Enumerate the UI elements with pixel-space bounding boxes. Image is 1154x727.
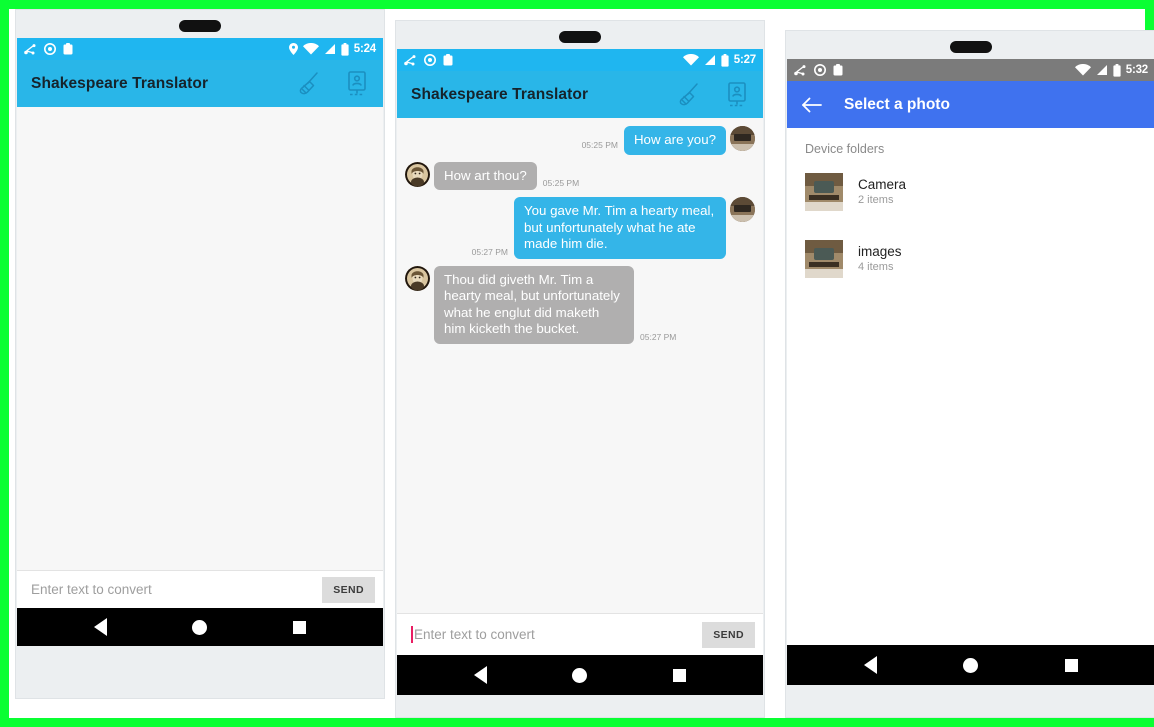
phone-3-column: 5:32 Select a photo Device folders Camer… [781,9,1154,718]
clipboard-icon [63,43,73,55]
send-button[interactable]: SEND [322,576,375,603]
shakespeare-avatar [405,161,430,187]
chat-message-row: 05:25 PM How are you? [405,126,755,155]
wifi-icon [1074,64,1091,76]
folder-item-count: 4 items [858,261,894,273]
shakespeare-avatar [405,265,430,291]
system-nav-bar [787,645,1154,685]
message-timestamp: 05:25 PM [542,178,580,188]
chat-message-row: Thou did giveth Mr. Tim a hearty meal, b… [405,265,755,344]
status-bar: 5:32 [787,59,1154,81]
recents-icon[interactable] [293,620,307,634]
back-icon[interactable] [93,618,107,636]
message-timestamp: 05:25 PM [581,140,618,150]
signal-icon [1096,64,1108,76]
home-icon[interactable] [963,657,979,673]
phone-3-device: 5:32 Select a photo Device folders Camer… [785,30,1154,718]
message-timestamp: 05:27 PM [471,247,508,257]
status-bar-time: 5:24 [353,43,376,55]
picker-body: Device folders Camera 2 items images 4 i… [787,128,1154,645]
device-contact-icon[interactable] [726,81,749,108]
status-bar-time: 5:32 [1125,64,1148,76]
message-input-placeholder: Enter text to convert [414,627,535,642]
recents-icon[interactable] [1064,658,1078,672]
clipboard-icon [443,54,453,66]
folder-name: Camera [858,177,907,192]
message-bubble: Thou did giveth Mr. Tim a hearty meal, b… [434,265,634,344]
signal-icon [324,43,336,55]
app-title: Shakespeare Translator [31,74,209,92]
device-contact-icon[interactable] [346,70,369,97]
earpiece-speaker [950,41,992,53]
record-circle-icon [44,43,56,55]
user-photo-avatar [730,126,755,151]
picker-app-bar: Select a photo [787,81,1154,128]
status-bar-time: 5:27 [733,54,756,66]
app-bar: Shakespeare Translator [17,60,383,107]
send-button[interactable]: SEND [702,621,755,648]
earpiece-speaker [559,31,601,43]
cast-icon [404,54,417,66]
status-bar: 5:27 [397,49,763,71]
clipboard-icon [833,64,843,76]
wifi-icon [302,43,319,55]
folder-thumbnail [805,240,843,278]
chat-message-row: 05:27 PM You gave Mr. Tim a hearty meal,… [405,197,755,259]
folder-thumbnail [805,173,843,211]
message-input[interactable]: Enter text to convert [411,626,702,643]
folder-item-count: 2 items [858,194,894,206]
cast-icon [794,64,807,76]
folder-name: images [858,244,902,259]
folder-list-item[interactable]: images 4 items [787,233,1154,285]
battery-icon [1113,63,1121,77]
back-icon[interactable] [864,656,878,674]
phone-2-column: 5:27 Shakespeare Translator 05:25 PM How… [395,9,781,718]
message-input-placeholder: Enter text to convert [31,582,152,597]
chat-message-list[interactable]: 05:25 PM How are you? How art thou? 05:2… [397,118,763,613]
message-bubble: You gave Mr. Tim a hearty meal, but unfo… [514,197,726,259]
phone-1-device: 5:24 Shakespeare Translator Enter text t… [15,9,385,699]
status-bar: 5:24 [17,38,383,60]
app-title: Shakespeare Translator [411,85,589,103]
phone-2-screen: 5:27 Shakespeare Translator 05:25 PM How… [397,49,763,695]
chat-message-list[interactable] [17,107,383,570]
section-label: Device folders [805,142,885,156]
record-circle-icon [424,54,436,66]
message-timestamp: 05:27 PM [640,331,677,342]
app-bar: Shakespeare Translator [397,71,763,118]
system-nav-bar [397,655,763,695]
message-input-bar: Enter text to convert SEND [397,613,763,655]
text-caret [411,626,413,643]
screenshot-frame: 5:24 Shakespeare Translator Enter text t… [9,9,1154,718]
home-icon[interactable] [192,619,208,635]
battery-icon [721,53,729,67]
folder-list-item[interactable]: Camera 2 items [787,166,1154,218]
location-pin-icon [288,43,298,55]
home-icon[interactable] [572,667,588,683]
cast-icon [24,43,37,55]
phone-2-device: 5:27 Shakespeare Translator 05:25 PM How… [395,20,765,718]
record-circle-icon [814,64,826,76]
recents-icon[interactable] [673,668,687,682]
wifi-icon [682,54,699,66]
message-bubble: How art thou? [434,161,537,190]
picker-title: Select a photo [844,95,950,113]
system-nav-bar [17,608,383,646]
arrow-left-icon[interactable] [802,97,822,113]
message-input[interactable]: Enter text to convert [31,582,322,597]
earpiece-speaker [179,20,221,32]
battery-icon [341,42,349,56]
chat-message-row: How art thou? 05:25 PM [405,161,755,190]
message-bubble: How are you? [623,126,726,155]
phone-1-screen: 5:24 Shakespeare Translator Enter text t… [17,38,383,646]
broom-icon[interactable] [297,71,324,97]
signal-icon [704,54,716,66]
back-icon[interactable] [473,666,487,684]
user-photo-avatar [730,197,755,222]
message-input-bar: Enter text to convert SEND [17,570,383,608]
phone-1-column: 5:24 Shakespeare Translator Enter text t… [9,9,395,718]
broom-icon[interactable] [677,82,704,108]
phone-3-screen: 5:32 Select a photo Device folders Camer… [787,59,1154,685]
